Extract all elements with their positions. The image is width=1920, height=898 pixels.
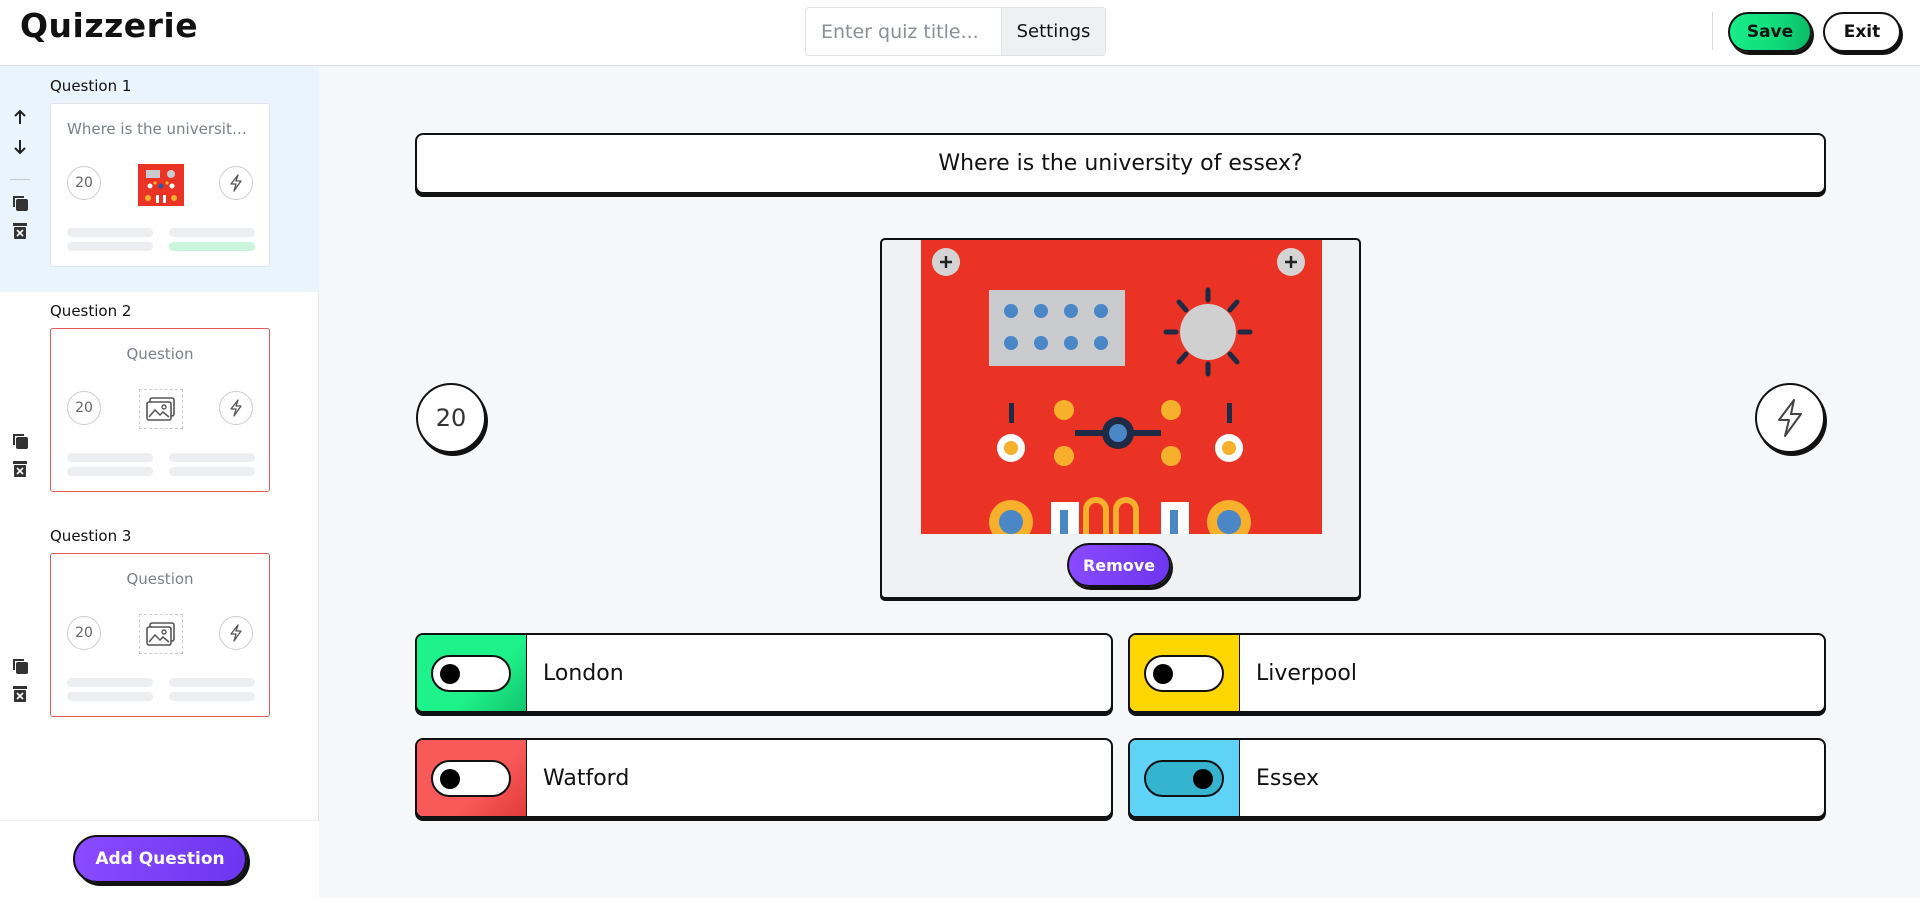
slide-question-preview: Question bbox=[126, 570, 194, 588]
answer-preview-bar bbox=[169, 228, 255, 237]
slide-thumbnail[interactable]: Question 20 bbox=[50, 553, 270, 717]
answer-preview-bar bbox=[169, 692, 255, 701]
slide-time-badge: 20 bbox=[67, 391, 101, 425]
quiz-title-input[interactable] bbox=[806, 8, 1001, 55]
quiz-title-group: Settings bbox=[805, 7, 1106, 56]
delete-icon[interactable] bbox=[8, 457, 32, 481]
answer-preview-bar bbox=[169, 678, 255, 687]
answer-text[interactable]: Liverpool bbox=[1256, 635, 1357, 711]
answer-preview-bar bbox=[169, 453, 255, 462]
correct-toggle[interactable] bbox=[431, 760, 511, 797]
answer-color-swatch bbox=[1130, 740, 1240, 816]
toggle-knob bbox=[440, 664, 460, 684]
correct-toggle[interactable] bbox=[1144, 655, 1224, 692]
answer-color-swatch bbox=[417, 635, 527, 711]
correct-answer-preview-bar bbox=[169, 242, 255, 251]
answer-preview-bar bbox=[169, 467, 255, 476]
correct-toggle[interactable] bbox=[431, 655, 511, 692]
add-question-button[interactable]: Add Question bbox=[73, 835, 247, 883]
move-down-icon[interactable] bbox=[8, 135, 32, 159]
slides-sidebar: Question 1 Where is the university ... 2… bbox=[0, 67, 319, 898]
answer-option-2[interactable]: Liverpool bbox=[1128, 633, 1826, 713]
top-bar: Quizzerie Settings Save Exit bbox=[0, 0, 1920, 66]
lightning-icon bbox=[1778, 399, 1802, 437]
answer-color-swatch bbox=[417, 740, 527, 816]
answer-preview-bar bbox=[67, 467, 153, 476]
duplicate-icon[interactable] bbox=[8, 429, 32, 453]
slide-time-badge: 20 bbox=[67, 616, 101, 650]
slide-time-badge: 20 bbox=[67, 166, 101, 200]
settings-button[interactable]: Settings bbox=[1001, 8, 1105, 55]
slide-image-thumbnail bbox=[138, 164, 184, 206]
answer-option-4[interactable]: Essex bbox=[1128, 738, 1826, 818]
slide-thumbnail[interactable]: Question 20 bbox=[50, 328, 270, 492]
move-up-icon[interactable] bbox=[8, 105, 32, 129]
slide-label: Question 1 bbox=[50, 77, 132, 95]
image-placeholder-icon bbox=[139, 389, 183, 429]
duplicate-icon[interactable] bbox=[8, 191, 32, 215]
add-media-left-icon[interactable] bbox=[932, 248, 960, 276]
power-up-button[interactable] bbox=[1755, 383, 1825, 453]
delete-icon[interactable] bbox=[8, 219, 32, 243]
slide-label: Question 3 bbox=[50, 527, 132, 545]
slide-thumbnail[interactable]: Where is the university ... 20 bbox=[50, 103, 270, 267]
image-placeholder-icon bbox=[139, 614, 183, 654]
slide-power-badge bbox=[219, 616, 253, 650]
add-media-right-icon[interactable] bbox=[1277, 248, 1305, 276]
answer-text[interactable]: Essex bbox=[1256, 740, 1319, 816]
answer-preview-bar bbox=[67, 228, 153, 237]
slide-item-1[interactable]: Question 1 Where is the university ... 2… bbox=[0, 67, 319, 292]
slide-question-preview: Question bbox=[126, 345, 194, 363]
toggle-knob bbox=[1193, 769, 1213, 789]
answer-preview-bar bbox=[67, 692, 153, 701]
answer-text[interactable]: London bbox=[543, 635, 624, 711]
media-container: Remove bbox=[880, 238, 1361, 599]
save-button[interactable]: Save bbox=[1728, 12, 1812, 52]
header-divider bbox=[1712, 12, 1713, 50]
correct-toggle[interactable] bbox=[1144, 760, 1224, 797]
circuit-board-image bbox=[921, 240, 1322, 534]
question-input[interactable]: Where is the university of essex? bbox=[415, 133, 1826, 194]
add-question-area: Add Question bbox=[0, 820, 319, 898]
time-limit-button[interactable]: 20 bbox=[416, 383, 486, 453]
app-logo: Quizzerie bbox=[20, 6, 199, 45]
toggle-knob bbox=[1153, 664, 1173, 684]
slide-power-badge bbox=[219, 391, 253, 425]
question-text[interactable]: Where is the university of essex? bbox=[938, 151, 1302, 176]
answer-option-3[interactable]: Watford bbox=[415, 738, 1113, 818]
answer-text[interactable]: Watford bbox=[543, 740, 629, 816]
answer-preview-bar bbox=[67, 678, 153, 687]
answer-color-swatch bbox=[1130, 635, 1240, 711]
slide-question-preview: Where is the university ... bbox=[67, 120, 260, 138]
exit-button[interactable]: Exit bbox=[1823, 12, 1901, 52]
slide-item-3[interactable]: Question 3 Question 20 bbox=[0, 517, 319, 742]
slide-power-badge bbox=[219, 166, 253, 200]
answer-preview-bar bbox=[67, 453, 153, 462]
answer-preview-bar bbox=[67, 242, 153, 251]
delete-icon[interactable] bbox=[8, 682, 32, 706]
slide-label: Question 2 bbox=[50, 302, 132, 320]
slide-item-2[interactable]: Question 2 Question 20 bbox=[0, 292, 319, 517]
duplicate-icon[interactable] bbox=[8, 654, 32, 678]
tools-divider bbox=[8, 167, 32, 191]
toggle-knob bbox=[440, 769, 460, 789]
remove-media-button[interactable]: Remove bbox=[1067, 543, 1171, 587]
answer-option-1[interactable]: London bbox=[415, 633, 1113, 713]
